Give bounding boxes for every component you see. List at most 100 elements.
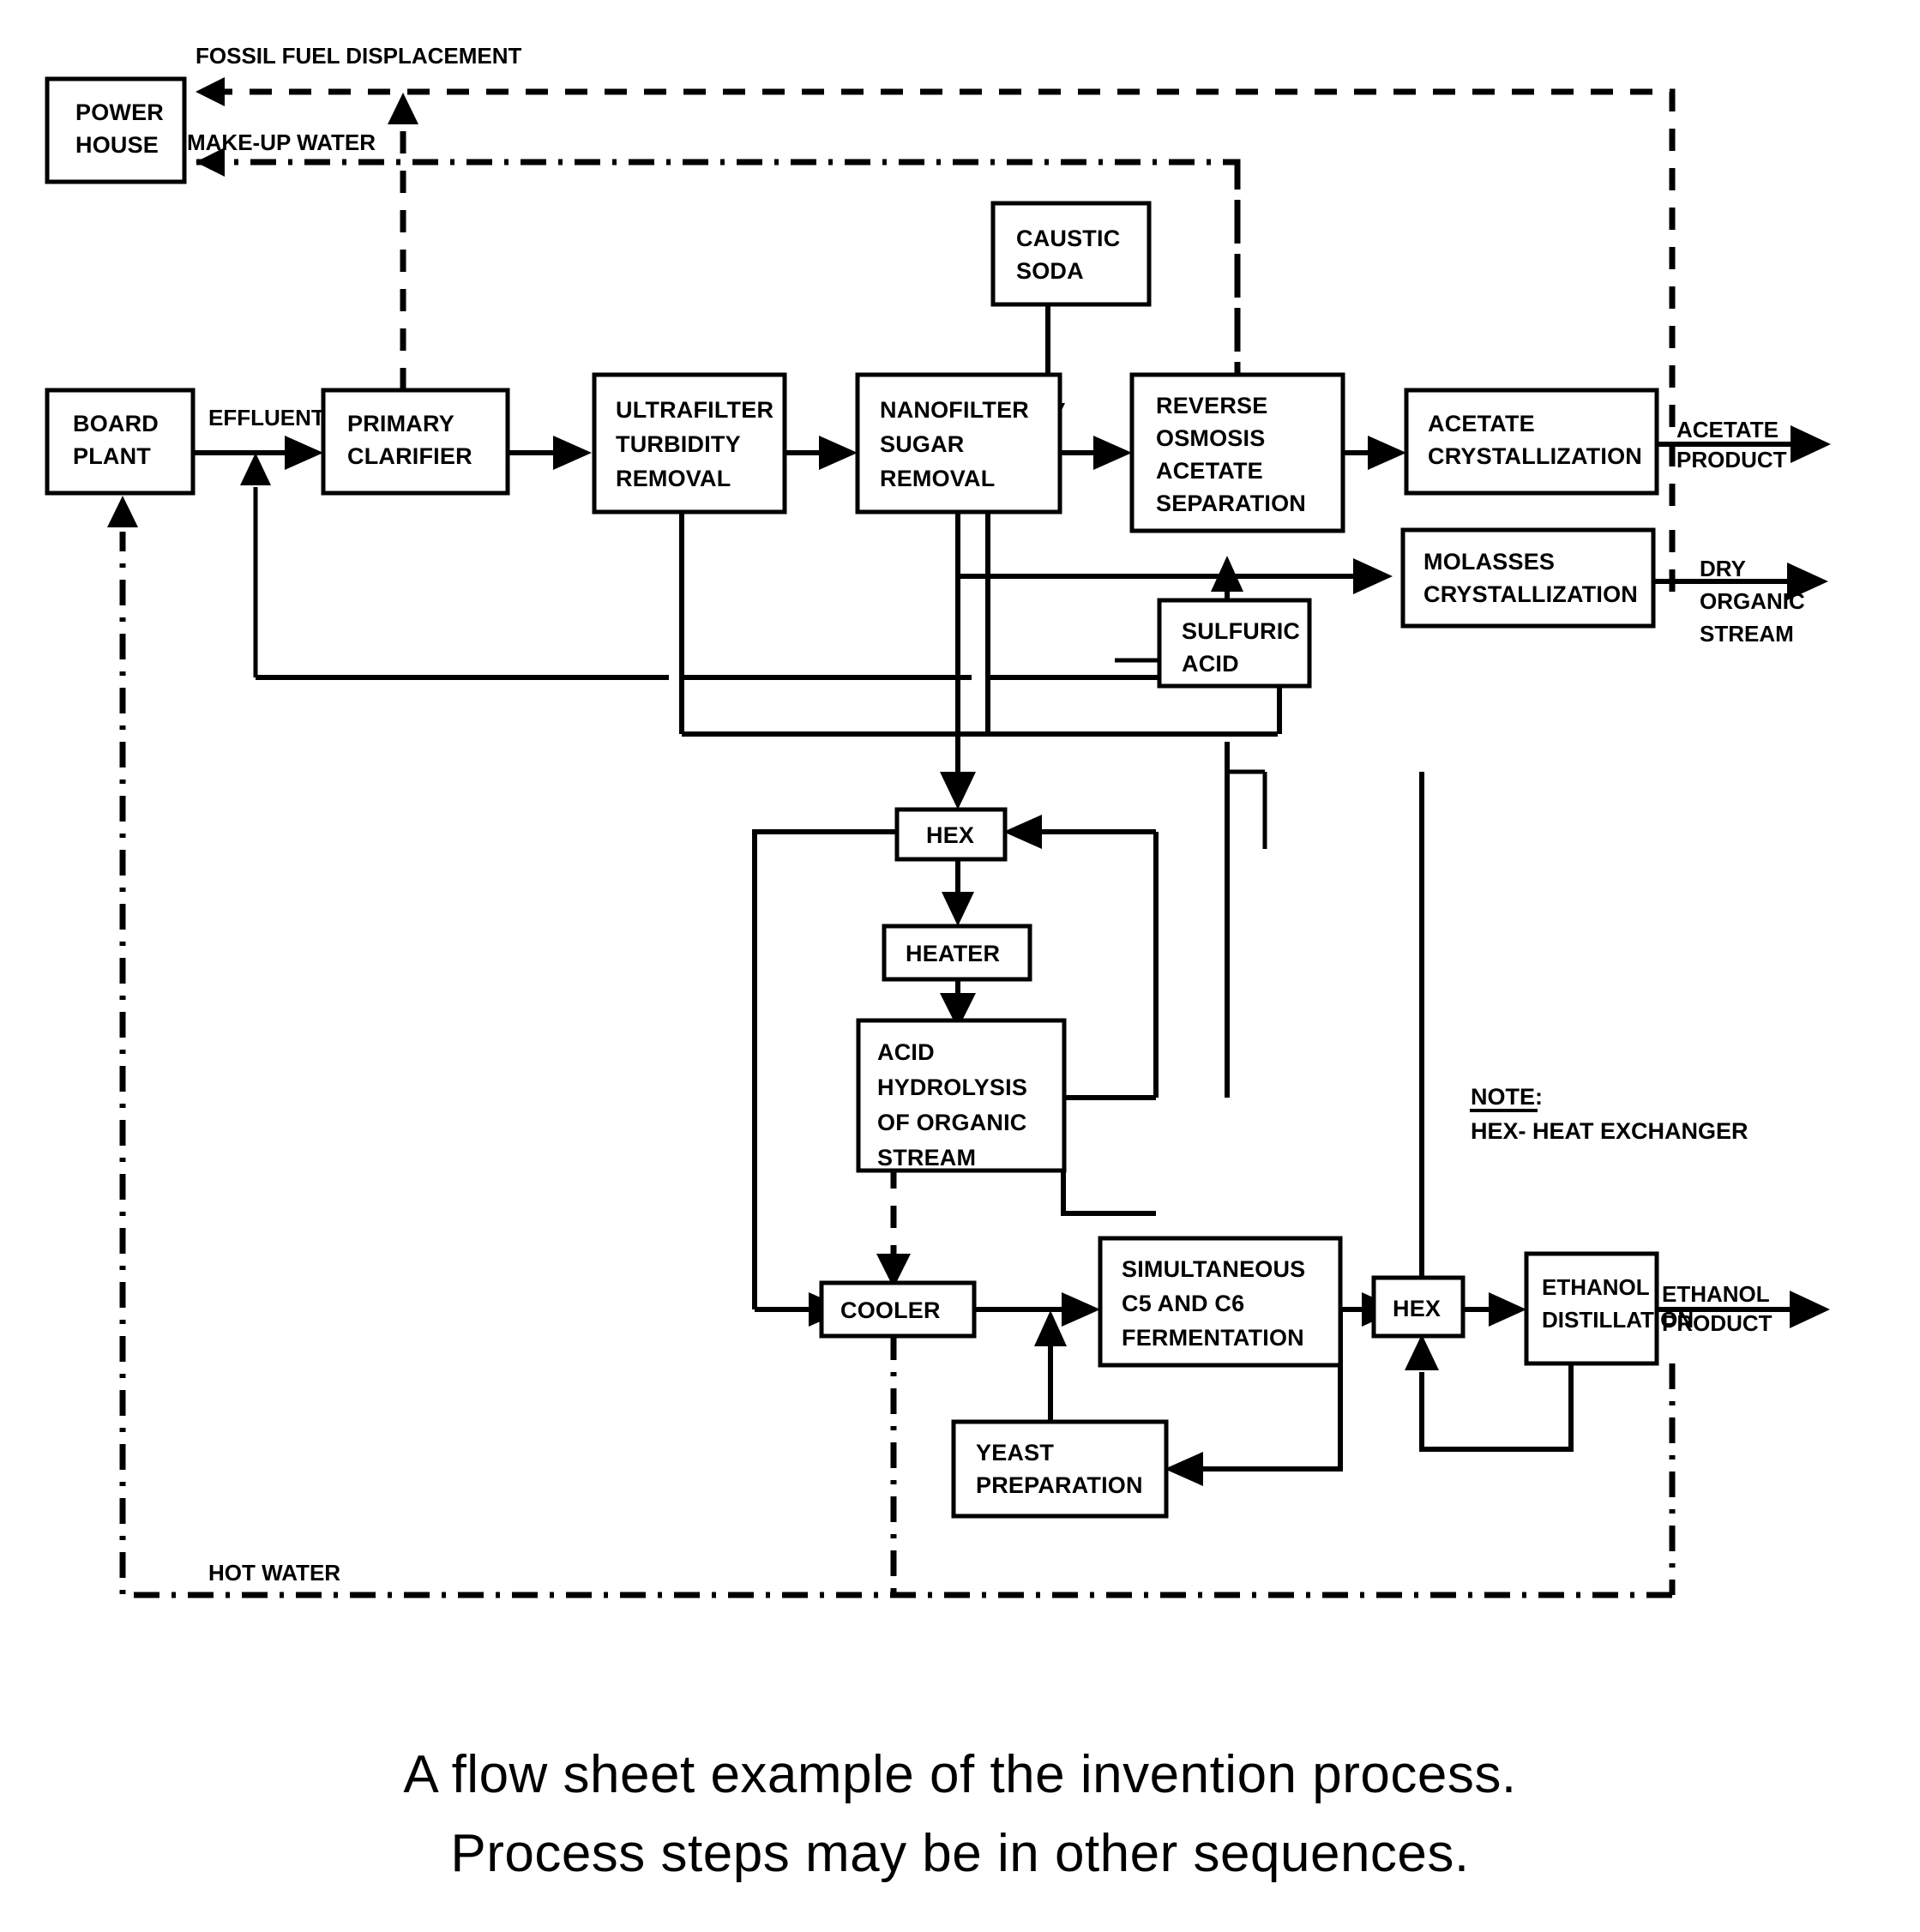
- box-ultrafilter[interactable]: ULTRAFILTER TURBIDITY REMOVAL: [592, 372, 787, 515]
- label-make-up-water: MAKE-UP WATER: [187, 129, 376, 155]
- arrow-into-board-plant-bottom: [107, 496, 138, 527]
- arrow-into-hex-top: [940, 772, 976, 810]
- box-ethanol-distillation[interactable]: ETHANOL DISTILLATION: [1524, 1251, 1694, 1366]
- box-power-house[interactable]: POWER HOUSE: [45, 76, 187, 184]
- recycle-header-lines: [256, 511, 1278, 737]
- label-fossil-fuel-displacement: FOSSIL FUEL DISPLACEMENT: [196, 43, 522, 69]
- box-fermentation[interactable]: SIMULTANEOUS C5 AND C6 FERMENTATION: [1098, 1236, 1343, 1368]
- box-board-plant[interactable]: BOARD PLANT: [45, 388, 196, 496]
- box-acid-hydrolysis-line-2: HYDROLYSIS: [877, 1074, 1027, 1100]
- label-effluent: EFFLUENT: [208, 405, 325, 430]
- box-reverse-osmosis[interactable]: REVERSE OSMOSIS ACETATE SEPARATION: [1129, 372, 1345, 533]
- box-sulfuric-acid-line-1: SULFURIC: [1182, 618, 1300, 644]
- nanofilter-to-hex-line: [940, 576, 976, 810]
- hex-to-ethanol-distillation-line: [1462, 1292, 1526, 1327]
- box-power-house-line-2: HOUSE: [75, 132, 159, 158]
- box-ethanol-distillation-line-1: ETHANOL: [1542, 1274, 1650, 1300]
- arrow-into-ultrafilter: [553, 436, 592, 470]
- box-primary-clarifier-line-1: PRIMARY: [347, 411, 454, 436]
- hydrolysis-to-cooler-line: [876, 1166, 911, 1288]
- arrow-into-hex-right: [1003, 815, 1042, 849]
- arrow-up-to-fossil-fuel-line: [388, 93, 418, 124]
- label-dry-organic-line-1: DRY: [1700, 556, 1746, 581]
- box-fermentation-line-1: SIMULTANEOUS: [1122, 1256, 1305, 1282]
- box-hex-bottom[interactable]: HEX: [1371, 1275, 1466, 1339]
- arrow-ethanol-product: [1790, 1291, 1830, 1328]
- box-cooler[interactable]: COOLER: [819, 1280, 977, 1339]
- box-molasses-crystallization[interactable]: MOLASSES CRYSTALLIZATION: [1400, 527, 1656, 629]
- ultrafilter-to-nanofilter-line: [785, 436, 858, 470]
- clarifier-gas-riser: [388, 93, 418, 390]
- caption-line-1: A flow sheet example of the invention pr…: [403, 1745, 1517, 1804]
- box-nanofilter-line-2: SUGAR: [880, 431, 965, 457]
- box-nanofilter-line-1: NANOFILTER: [880, 397, 1029, 423]
- box-fermentation-line-2: C5 AND C6: [1122, 1291, 1244, 1316]
- label-ethanol-product-line-2: PRODUCT: [1662, 1310, 1773, 1336]
- box-power-house-line-1: POWER: [75, 99, 164, 125]
- process-flow-diagram: POWER HOUSE BOARD PLANT PRIMARY CLARIFIE…: [45, 43, 1831, 1598]
- arrow-into-nanofilter: [819, 436, 858, 470]
- box-heater[interactable]: HEATER: [882, 924, 1032, 982]
- note-block: NOTE: HEX- HEAT EXCHANGER: [1470, 1084, 1748, 1144]
- box-sulfuric-acid[interactable]: SULFURIC ACID: [1157, 598, 1312, 689]
- arrow-into-molasses-crystallization: [1353, 558, 1393, 594]
- box-ultrafilter-line-1: ULTRAFILTER: [616, 397, 773, 423]
- arrow-into-fermentation: [1062, 1292, 1100, 1327]
- arrow-into-hex-bottom-underside: [1405, 1334, 1439, 1370]
- box-reverse-osmosis-line-4: SEPARATION: [1156, 491, 1306, 516]
- arrow-acetate-product: [1791, 425, 1831, 463]
- label-dry-organic-line-2: ORGANIC: [1700, 588, 1805, 614]
- arrow-into-reverse-osmosis: [1093, 436, 1132, 470]
- box-caustic-soda-line-2: SODA: [1016, 258, 1084, 284]
- box-reverse-osmosis-line-3: ACETATE: [1156, 458, 1263, 484]
- box-primary-clarifier[interactable]: PRIMARY CLARIFIER: [321, 388, 510, 496]
- flow-sheet-canvas: POWER HOUSE BOARD PLANT PRIMARY CLARIFIE…: [0, 0, 1920, 1932]
- hex-to-heater-line: [942, 859, 974, 926]
- box-yeast-preparation[interactable]: YEAST PREPARATION: [951, 1419, 1169, 1519]
- box-hex-bottom-label: HEX: [1393, 1296, 1441, 1321]
- box-acid-hydrolysis-line-1: ACID: [877, 1039, 935, 1065]
- label-hot-water: HOT WATER: [208, 1560, 340, 1586]
- yeast-to-fermentation-line: [1034, 1310, 1067, 1422]
- box-ultrafilter-line-3: REMOVAL: [616, 466, 731, 491]
- box-hex-top[interactable]: HEX: [894, 807, 1008, 862]
- ro-to-acetate-crystallization-line: [1343, 436, 1406, 470]
- box-heater-label: HEATER: [906, 941, 1000, 966]
- arrow-into-acetate-crystallization: [1368, 436, 1406, 470]
- arrow-into-heater: [942, 892, 974, 926]
- clarifier-to-ultrafilter-line: [506, 436, 592, 470]
- arrow-into-effluent-header: [240, 453, 271, 485]
- box-fermentation-line-3: FERMENTATION: [1122, 1325, 1304, 1351]
- label-acetate-product-line-2: PRODUCT: [1676, 447, 1787, 472]
- box-cooler-label: COOLER: [840, 1297, 941, 1323]
- box-nanofilter[interactable]: NANOFILTER SUGAR REMOVAL: [855, 372, 1062, 515]
- note-body: HEX- HEAT EXCHANGER: [1471, 1118, 1748, 1144]
- ultrafilter-reject-recycle-riser: [240, 453, 271, 677]
- box-acid-hydrolysis[interactable]: ACID HYDROLYSIS OF ORGANIC STREAM: [856, 1018, 1067, 1173]
- box-acid-hydrolysis-line-4: STREAM: [877, 1145, 976, 1171]
- nanofilter-to-reverse-osmosis-line: [1060, 436, 1132, 470]
- note-heading: NOTE:: [1471, 1084, 1543, 1110]
- label-acetate-product-line-1: ACETATE: [1676, 417, 1779, 442]
- box-caustic-soda[interactable]: CAUSTIC SODA: [990, 201, 1152, 307]
- arrow-into-yeast-preparation: [1165, 1452, 1203, 1486]
- box-acetate-crystallization[interactable]: ACETATE CRYSTALLIZATION: [1404, 388, 1659, 496]
- caption-line-2: Process steps may be in other sequences.: [450, 1824, 1470, 1883]
- box-yeast-preparation-line-2: PREPARATION: [976, 1472, 1143, 1498]
- box-acetate-crystallization-line-1: ACETATE: [1428, 411, 1535, 436]
- box-acetate-crystallization-line-2: CRYSTALLIZATION: [1428, 443, 1642, 469]
- box-board-plant-line-2: PLANT: [73, 443, 151, 469]
- box-ultrafilter-line-2: TURBIDITY: [616, 431, 741, 457]
- label-ethanol-product-line-1: ETHANOL: [1662, 1281, 1770, 1307]
- box-yeast-preparation-line-1: YEAST: [976, 1440, 1054, 1466]
- box-primary-clarifier-line-2: CLARIFIER: [347, 443, 472, 469]
- cooler-to-fermentation-line: [974, 1292, 1100, 1327]
- box-molasses-crystallization-line-1: MOLASSES: [1423, 549, 1555, 575]
- box-molasses-crystallization-line-2: CRYSTALLIZATION: [1423, 581, 1638, 607]
- box-reverse-osmosis-line-2: OSMOSIS: [1156, 425, 1265, 451]
- label-dry-organic-line-3: STREAM: [1700, 621, 1794, 647]
- box-sulfuric-acid-line-2: ACID: [1182, 651, 1239, 677]
- arrow-into-power-house-top: [196, 77, 225, 106]
- arrow-into-ethanol-distillation: [1489, 1292, 1526, 1327]
- box-acid-hydrolysis-line-3: OF ORGANIC: [877, 1110, 1027, 1135]
